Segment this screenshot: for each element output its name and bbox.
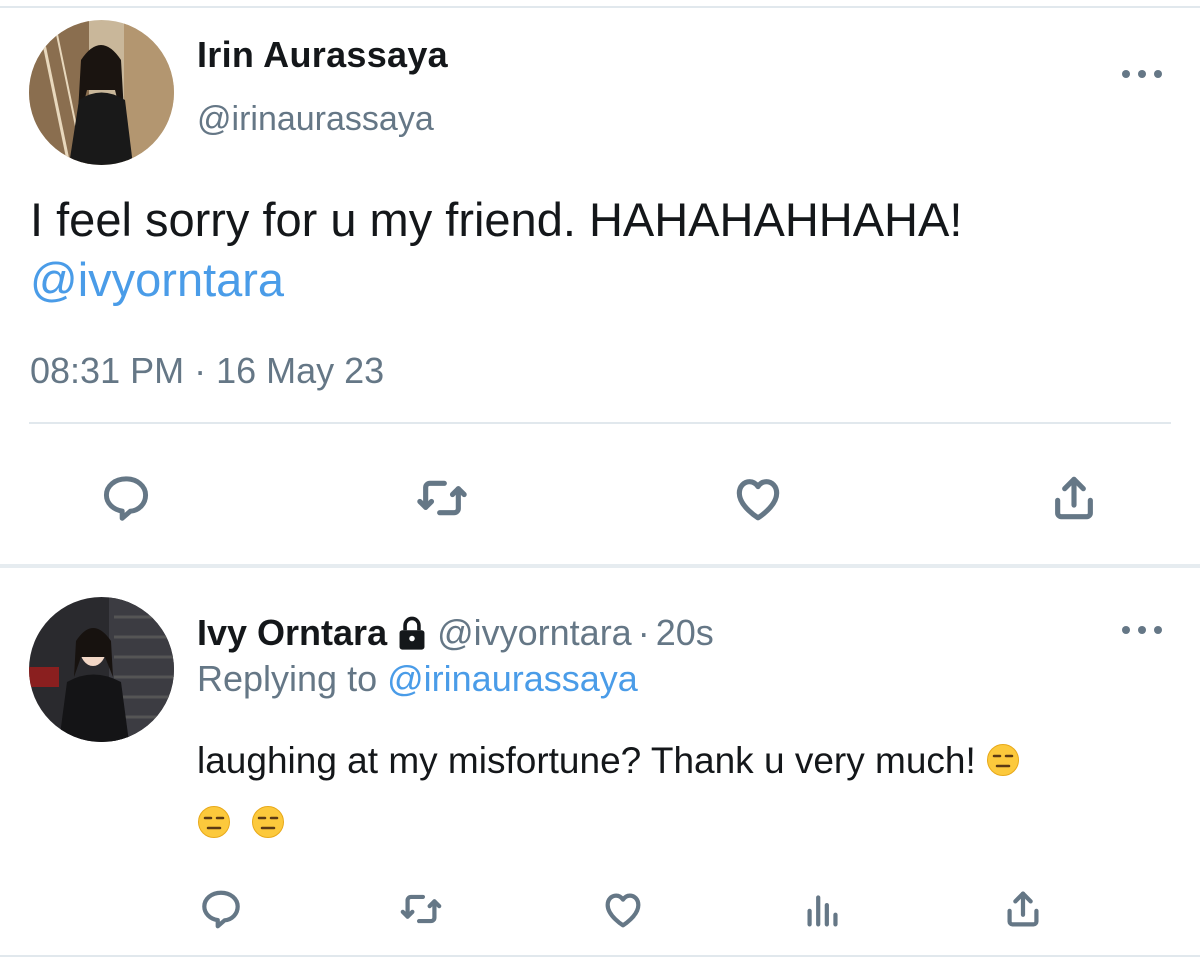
expressionless-face-emoji [251, 796, 285, 838]
divider [29, 422, 1171, 424]
tweet-body: laughing at my misfortune? Thank u very … [197, 740, 976, 781]
share-icon[interactable] [998, 884, 1048, 934]
section-divider [0, 564, 1200, 568]
replying-label: Replying to [197, 658, 378, 699]
bottom-divider [0, 955, 1200, 957]
display-name[interactable]: Irin Aurassaya [197, 34, 448, 76]
tweet-timestamp[interactable]: 20s [656, 612, 714, 654]
mention-link[interactable]: @ivyorntara [30, 250, 1170, 310]
more-options-icon[interactable] [1122, 64, 1162, 84]
like-icon[interactable] [598, 884, 648, 934]
avatar[interactable] [29, 597, 174, 742]
tweet-text: laughing at my misfortune? Thank u very … [197, 730, 1157, 854]
reply-header: Ivy Orntara @ivyorntara · 20s [197, 612, 714, 654]
tweet-timestamp[interactable]: 08:31 PM · 16 May 23 [30, 350, 384, 392]
lock-icon [395, 615, 429, 651]
expressionless-face-emoji [197, 796, 231, 838]
reply-icon[interactable] [196, 884, 246, 934]
tweet-text: I feel sorry for u my friend. HAHAHAHHAH… [30, 190, 1170, 310]
user-handle[interactable]: @irinaurassaya [197, 100, 434, 139]
more-options-icon[interactable] [1122, 620, 1162, 640]
tweet-body: I feel sorry for u my friend. HAHAHAHHAH… [30, 193, 963, 246]
retweet-icon[interactable] [412, 468, 472, 528]
like-icon[interactable] [728, 468, 788, 528]
mention-link[interactable]: @irinaurassaya [387, 658, 638, 699]
reply-icon[interactable] [96, 468, 156, 528]
display-name[interactable]: Ivy Orntara [197, 612, 387, 654]
expressionless-face-emoji [986, 734, 1020, 776]
replying-to: Replying to @irinaurassaya [197, 658, 638, 700]
share-icon[interactable] [1044, 468, 1104, 528]
retweet-icon[interactable] [396, 884, 446, 934]
avatar[interactable] [29, 20, 174, 165]
separator: · [637, 612, 650, 653]
analytics-icon[interactable] [798, 884, 848, 934]
user-handle[interactable]: @ivyorntara [437, 612, 632, 654]
